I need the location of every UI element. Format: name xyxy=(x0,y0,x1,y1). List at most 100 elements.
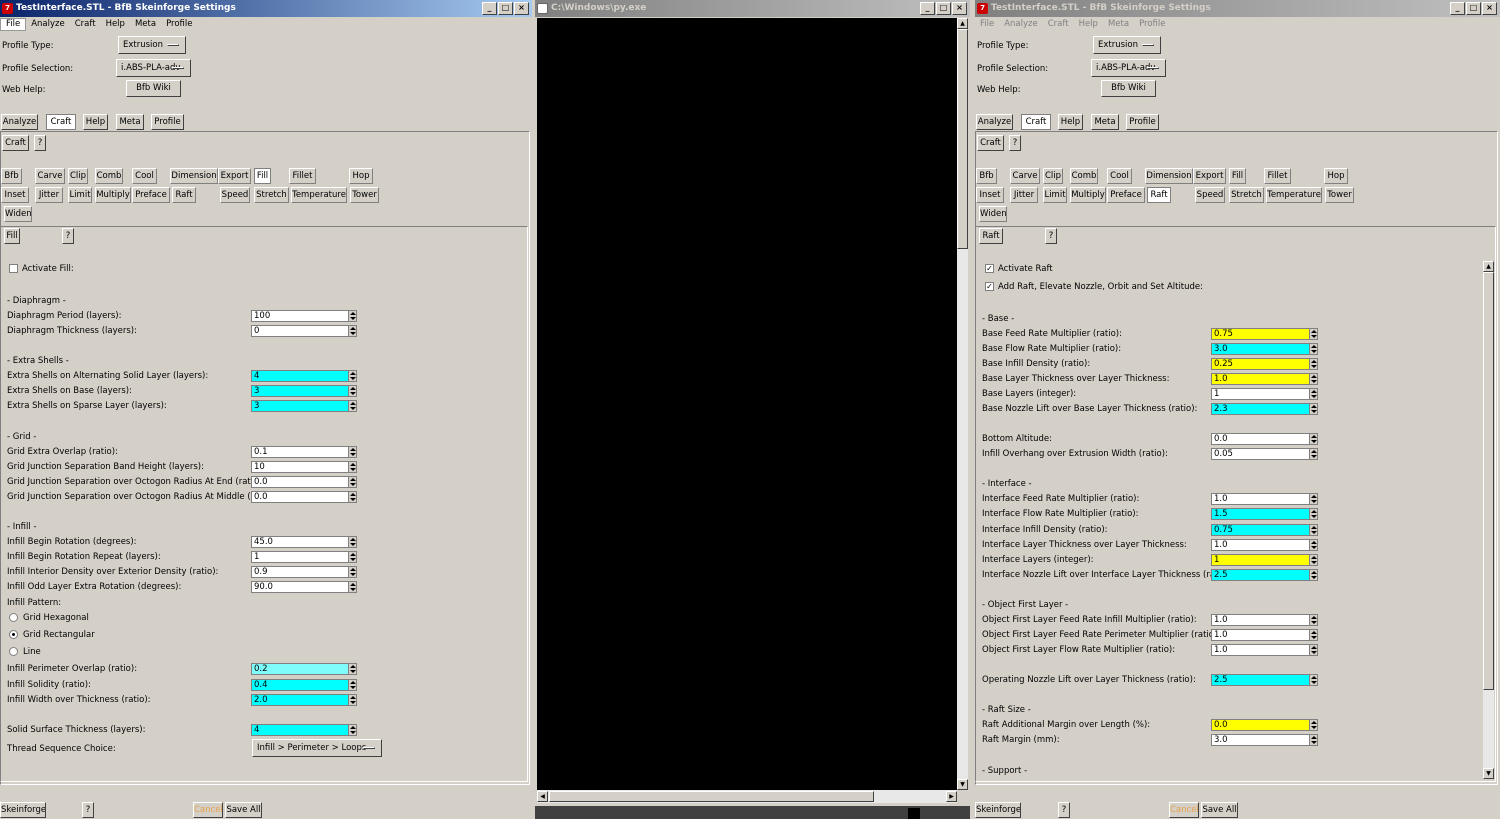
raft-help-button[interactable]: ? xyxy=(1045,228,1057,244)
skeinforge-help-button[interactable]: ? xyxy=(82,802,94,818)
plugin-fill-button[interactable]: Fill xyxy=(1229,168,1246,184)
close-button[interactable]: × xyxy=(952,2,967,15)
tab-profile[interactable]: Profile xyxy=(1126,114,1159,130)
menu-meta[interactable]: Meta xyxy=(1103,18,1134,31)
close-button[interactable]: × xyxy=(514,2,529,15)
setting-value-field[interactable]: 2.5 xyxy=(1211,569,1318,581)
craft-help-button[interactable]: ? xyxy=(34,135,46,151)
maximize-button[interactable]: □ xyxy=(1466,2,1481,15)
setting-value-field[interactable]: 0.9 xyxy=(251,566,357,578)
spinner-icon[interactable] xyxy=(1309,388,1318,400)
scroll-thumb[interactable] xyxy=(1483,272,1494,690)
setting-value-field[interactable]: 0.0 xyxy=(251,476,357,488)
menu-profile[interactable]: Profile xyxy=(161,18,197,31)
plugin-temperature-button[interactable]: Temperature xyxy=(1266,187,1322,203)
cancel-button[interactable]: Cancel xyxy=(1169,802,1199,818)
menu-meta[interactable]: Meta xyxy=(130,18,161,31)
plugin-tower-button[interactable]: Tower xyxy=(350,187,379,203)
fill-help-button[interactable]: ? xyxy=(62,228,74,244)
close-button[interactable]: × xyxy=(1482,2,1497,15)
craft-help-button[interactable]: ? xyxy=(1009,135,1021,151)
spinner-icon[interactable] xyxy=(1309,644,1318,656)
plugin-tower-button[interactable]: Tower xyxy=(1325,187,1354,203)
spinner-icon[interactable] xyxy=(1309,328,1318,340)
checkbox[interactable]: ✓ xyxy=(985,264,994,273)
spinner-icon[interactable] xyxy=(1309,493,1318,505)
setting-value-field[interactable]: 0.0 xyxy=(1211,719,1318,731)
setting-value-field[interactable]: 1.0 xyxy=(1211,644,1318,656)
setting-value-field[interactable]: 1.0 xyxy=(1211,539,1318,551)
plugin-cool-button[interactable]: Cool xyxy=(1107,168,1132,184)
plugin-speed-button[interactable]: Speed xyxy=(220,187,250,203)
plugin-hop-button[interactable]: Hop xyxy=(349,168,373,184)
spinner-icon[interactable] xyxy=(348,461,357,473)
menu-profile[interactable]: Profile xyxy=(1134,18,1170,31)
setting-value-field[interactable]: 0.2 xyxy=(251,663,357,675)
plugin-jitter-button[interactable]: Jitter xyxy=(35,187,63,203)
scroll-down-icon[interactable]: ▼ xyxy=(1483,768,1494,779)
plugin-comb-button[interactable]: Comb xyxy=(1070,168,1098,184)
setting-value-field[interactable]: 1.0 xyxy=(1211,629,1318,641)
plugin-jitter-button[interactable]: Jitter xyxy=(1010,187,1038,203)
right-title-bar[interactable]: 7 TestInterface.STL - BfB Skeinforge Set… xyxy=(975,0,1500,17)
profile-type-dropdown[interactable]: Extrusion xyxy=(1093,36,1161,54)
setting-value-field[interactable]: 90.0 xyxy=(251,581,357,593)
plugin-hop-button[interactable]: Hop xyxy=(1324,168,1348,184)
raft-plugin-button[interactable]: Raft xyxy=(979,228,1003,244)
menu-file[interactable]: File xyxy=(0,18,27,31)
plugin-export-button[interactable]: Export xyxy=(218,168,251,184)
plugin-widen-button[interactable]: Widen xyxy=(979,206,1007,222)
spinner-icon[interactable] xyxy=(348,385,357,397)
plugin-raft-button[interactable]: Raft xyxy=(1147,187,1171,203)
tab-profile[interactable]: Profile xyxy=(151,114,184,130)
setting-value-field[interactable]: 4 xyxy=(251,724,357,736)
spinner-icon[interactable] xyxy=(1309,433,1318,445)
spinner-icon[interactable] xyxy=(348,566,357,578)
plugin-multiply-button[interactable]: Multiply xyxy=(95,187,131,203)
plugin-dimension-button[interactable]: Dimension xyxy=(1145,168,1193,184)
spinner-icon[interactable] xyxy=(348,476,357,488)
plugin-limit-button[interactable]: Limit xyxy=(68,187,92,203)
plugin-carve-button[interactable]: Carve xyxy=(1010,168,1040,184)
setting-value-field[interactable]: 0.0 xyxy=(251,491,357,503)
plugin-clip-button[interactable]: Clip xyxy=(68,168,88,184)
menu-help[interactable]: Help xyxy=(101,18,130,31)
plugin-widen-button[interactable]: Widen xyxy=(4,206,32,222)
spinner-icon[interactable] xyxy=(348,551,357,563)
console-title-bar[interactable]: C:\Windows\py.exe _ □ × xyxy=(535,0,970,17)
plugin-clip-button[interactable]: Clip xyxy=(1043,168,1063,184)
spinner-icon[interactable] xyxy=(1309,614,1318,626)
tab-craft[interactable]: Craft xyxy=(1021,114,1051,130)
profile-selection-dropdown[interactable]: i.ABS-PLA-adv xyxy=(1091,59,1166,77)
setting-value-field[interactable]: 0.75 xyxy=(1211,524,1318,536)
plugin-speed-button[interactable]: Speed xyxy=(1195,187,1225,203)
setting-value-field[interactable]: 1.0 xyxy=(1211,373,1318,385)
fill-plugin-button[interactable]: Fill xyxy=(4,228,20,244)
plugin-inset-button[interactable]: Inset xyxy=(1,187,29,203)
spinner-icon[interactable] xyxy=(348,310,357,322)
setting-value-field[interactable]: 1.5 xyxy=(1211,508,1318,520)
plugin-stretch-button[interactable]: Stretch xyxy=(254,187,289,203)
spinner-icon[interactable] xyxy=(1309,524,1318,536)
menu-help[interactable]: Help xyxy=(1074,18,1103,31)
spinner-icon[interactable] xyxy=(1309,343,1318,355)
setting-value-field[interactable]: 1.0 xyxy=(1211,614,1318,626)
checkbox[interactable]: ✓ xyxy=(985,282,994,291)
spinner-icon[interactable] xyxy=(348,400,357,412)
scroll-thumb[interactable] xyxy=(957,29,968,249)
menu-analyze[interactable]: Analyze xyxy=(999,18,1043,31)
save-all-button[interactable]: Save All xyxy=(1201,802,1238,818)
spinner-icon[interactable] xyxy=(1309,403,1318,415)
setting-value-field[interactable]: 1 xyxy=(1211,554,1318,566)
spinner-icon[interactable] xyxy=(1309,539,1318,551)
setting-value-field[interactable]: 0.75 xyxy=(1211,328,1318,340)
craft-button[interactable]: Craft xyxy=(2,135,29,151)
setting-value-field[interactable]: 3.0 xyxy=(1211,343,1318,355)
save-all-button[interactable]: Save All xyxy=(225,802,262,818)
plugin-fill-button[interactable]: Fill xyxy=(254,168,271,184)
left-title-bar[interactable]: 7 TestInterface.STL - BfB Skeinforge Set… xyxy=(0,0,532,17)
hscroll-thumb[interactable] xyxy=(549,791,874,802)
profile-type-dropdown[interactable]: Extrusion xyxy=(118,36,186,54)
setting-value-field[interactable]: 2.0 xyxy=(251,694,357,706)
menu-file[interactable]: File xyxy=(975,18,999,31)
